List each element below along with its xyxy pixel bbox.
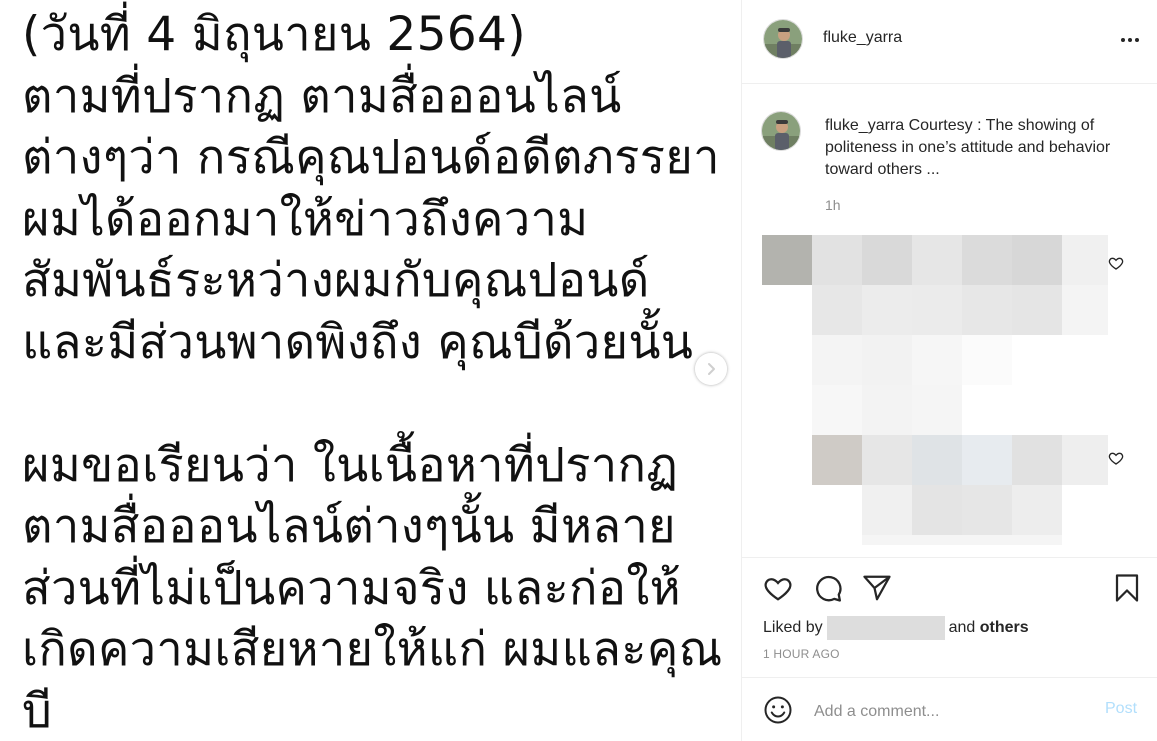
more-horizontal-icon: [1121, 38, 1139, 42]
heart-icon: [1108, 257, 1124, 270]
liked-by-others-link[interactable]: others: [980, 617, 1029, 639]
share-button[interactable]: [861, 572, 893, 604]
post-comment-button[interactable]: Post: [1105, 700, 1137, 718]
next-image-button[interactable]: [695, 353, 727, 385]
post-image-text-line: [22, 373, 741, 435]
post-header: fluke_yarra: [742, 0, 1157, 84]
post-image-text: (วันที่ 4 มิถุนายน 2564) ตามที่ปรากฏ ตามส…: [22, 4, 741, 741]
post-image-text-line: สัมพันธ์ระหว่างผมกับคุณปอนด์: [22, 253, 650, 308]
post-timestamp[interactable]: 1 HOUR AGO: [763, 647, 840, 661]
post-side-panel: fluke_yarra fluke_yarra Courtesy : The s…: [741, 0, 1157, 741]
caption-username[interactable]: fluke_yarra: [825, 117, 904, 134]
comment-button[interactable]: [812, 572, 844, 604]
more-options-button[interactable]: [1115, 30, 1145, 50]
divider: [742, 677, 1157, 678]
paper-plane-icon: [863, 575, 891, 601]
post-image[interactable]: (วันที่ 4 มิถุนายน 2564) ตามที่ปรากฏ ตามส…: [0, 0, 741, 741]
post-caption: fluke_yarra Courtesy : The showing of po…: [825, 115, 1135, 181]
redacted-username: [826, 616, 945, 640]
caption-time[interactable]: 1h: [825, 197, 841, 213]
avatar[interactable]: [763, 19, 803, 59]
comment-bubble-icon: [816, 575, 842, 602]
redacted-comments: [762, 235, 1108, 545]
post-image-text-line: เกิดความเสียหายให้แก่ ผมและคุณ: [22, 622, 723, 677]
liked-by-summary: Liked by and others: [763, 616, 1029, 640]
post-image-text-line: บี: [22, 683, 53, 739]
emoji-button[interactable]: [762, 694, 794, 726]
post-image-text-line: ตามสื่อออนไลน์ต่างๆนั้น มีหลาย: [22, 499, 676, 554]
post-image-text-line: ตามที่ปรากฏ ตามสื่อออนไลน์: [22, 68, 622, 124]
save-button[interactable]: [1111, 572, 1143, 604]
bookmark-icon: [1115, 574, 1139, 602]
post-image-text-line: (วันที่ 4 มิถุนายน 2564): [22, 7, 526, 62]
liked-by-label: Liked by: [763, 619, 823, 636]
comment-like-button[interactable]: [1108, 450, 1124, 466]
emoji-smile-icon: [764, 696, 792, 724]
comment-like-button[interactable]: [1108, 255, 1124, 271]
post-image-text-line: ผมได้ออกมาให้ข่าวถึงความ: [22, 191, 589, 247]
caption-avatar[interactable]: [761, 111, 801, 151]
heart-icon: [1108, 452, 1124, 465]
post-image-text-line: ส่วนที่ไม่เป็นความจริง และก่อให้: [22, 560, 681, 616]
header-username[interactable]: fluke_yarra: [823, 29, 902, 47]
heart-icon: [764, 578, 792, 601]
comment-input[interactable]: [812, 698, 1096, 726]
liked-by-and: and: [948, 619, 976, 636]
divider: [742, 557, 1157, 558]
like-button[interactable]: [762, 572, 794, 604]
post-image-text-line: ต่างๆว่า กรณีคุณปอนด์อดีตภรรยา: [22, 130, 720, 185]
post-image-text-line: ผมขอเรียนว่า ในเนื้อหาที่ปรากฏ: [22, 437, 679, 493]
chevron-right-icon: [708, 363, 715, 375]
post-image-text-line: และมีส่วนพาดพิงถึง คุณบีด้วยนั้น: [22, 314, 694, 370]
